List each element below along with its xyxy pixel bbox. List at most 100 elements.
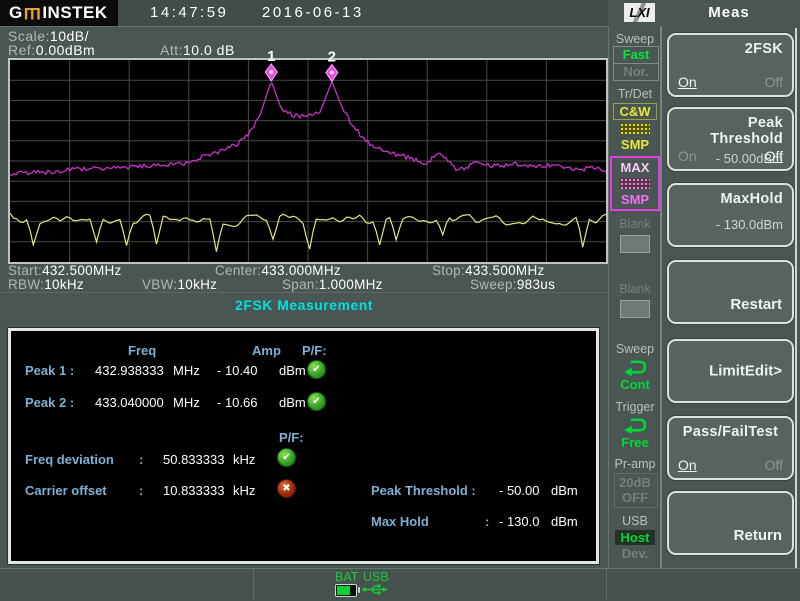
softkey-pass-fail-title: Pass/FailTest — [678, 424, 783, 440]
softkey-pass-fail-on[interactable]: On — [678, 457, 697, 473]
softkey-peak-threshold-title: Peak Threshold — [678, 115, 783, 147]
maxhold-label: Max Hold — [371, 514, 429, 529]
att-label: Att: — [160, 42, 183, 58]
softkey-maxhold-title: MaxHold — [678, 191, 783, 207]
att-readout: Att:10.0 dB — [160, 42, 235, 58]
center-freq: Center:433.000MHz — [215, 263, 341, 278]
menu-title: Meas — [662, 4, 796, 21]
trace1-preview-icon — [620, 123, 650, 134]
stop-freq: Stop:433.500MHz — [432, 263, 545, 278]
softkey-pass-fail-test[interactable]: Pass/FailTest On Off — [667, 416, 794, 480]
preamp-label: Pr-amp — [608, 457, 662, 471]
divider — [606, 569, 607, 600]
softkey-limit-edit-label: LimitEdit> — [709, 363, 782, 380]
usb-icon — [362, 583, 389, 596]
trace3-preview-icon — [620, 235, 650, 253]
ref-value: 0.00dBm — [36, 42, 96, 58]
lxi-logo: LXI — [624, 3, 655, 22]
carrier-offset-fail-icon: ✖ — [277, 479, 296, 498]
clock: 14:47:59 — [150, 4, 228, 21]
free-run-loop-icon — [621, 417, 649, 434]
usb-label: USB — [363, 570, 389, 584]
usb-device-state: Dev. — [608, 546, 662, 561]
softkey-return[interactable]: Return — [667, 491, 794, 555]
date: 2016-06-13 — [262, 4, 364, 21]
spectrum-traces: 12 — [10, 60, 606, 262]
softkey-pass-fail-off[interactable]: Off — [765, 457, 783, 473]
maxhold-value: - 130.0 — [499, 514, 539, 529]
col-header-pf: P/F: — [302, 343, 327, 358]
softkey-peak-threshold[interactable]: Peak Threshold - 50.00dBm On Off — [667, 107, 794, 171]
vbw: VBW:10kHz — [142, 277, 217, 292]
softkey-2fsk-on[interactable]: On — [678, 74, 697, 90]
divider — [0, 292, 608, 293]
usb-host-state: Host — [615, 530, 655, 545]
softkey-maxhold[interactable]: MaxHold - 130.0dBm — [667, 183, 794, 247]
trace4-blank-label: Blank — [608, 282, 662, 296]
preamp-state: OFF — [608, 490, 662, 505]
sidebar-edge — [795, 28, 797, 568]
freq-deviation-value: 50.833333 — [163, 452, 224, 467]
divider — [253, 569, 254, 600]
softkey-peak-threshold-on[interactable]: On — [678, 148, 697, 164]
logo-instek: INSTEK — [42, 3, 107, 23]
trace2-preview-icon — [620, 178, 650, 189]
freq-deviation-unit: kHz — [233, 452, 255, 467]
threshold-value: - 50.00 — [499, 483, 539, 498]
sweep-fast: Fast — [614, 47, 658, 64]
start-freq: Start:432.500MHz — [8, 263, 122, 278]
carrier-offset-value: 10.833333 — [163, 483, 224, 498]
col-header-freq: Freq — [128, 343, 156, 358]
trace2-detector: SMP — [612, 192, 658, 207]
softkey-maxhold-value: - 130.0dBm — [678, 217, 783, 232]
logo-g: G — [9, 3, 23, 23]
att-value: 10.0 dB — [183, 42, 235, 58]
sweep-time: Sweep:983us — [470, 277, 555, 292]
softkey-2fsk[interactable]: 2FSK On Off — [667, 33, 794, 97]
sweep-trig-label: Sweep — [608, 342, 662, 356]
sweep-mode-indicator: Fast Nor. — [613, 46, 659, 81]
carrier-offset-label: Carrier offset — [25, 483, 107, 498]
threshold-unit: dBm — [551, 483, 578, 498]
sweep-normal: Nor. — [614, 64, 658, 80]
peak2-freq: 433.040000 — [95, 395, 164, 410]
maxhold-unit: dBm — [551, 514, 578, 529]
gwinstek-logo: GШINSTEK — [0, 0, 118, 26]
softkey-2fsk-off[interactable]: Off — [765, 74, 783, 90]
sweep-mode-label: Sweep — [608, 32, 662, 46]
peak2-amp-unit: dBm — [279, 395, 306, 410]
usb-mode-label: USB — [608, 514, 662, 528]
bottom-status-bar — [0, 568, 800, 601]
spectrum-display: 12 — [8, 58, 608, 264]
softkey-peak-threshold-off[interactable]: Off — [765, 148, 783, 164]
battery-icon — [335, 584, 357, 597]
trace1-detector: SMP — [613, 137, 657, 152]
col-header-amp: Amp — [252, 343, 281, 358]
preamp-gain: 20dB — [608, 475, 662, 490]
trigger-label: Trigger — [608, 400, 662, 414]
measurement-panel: Freq Amp P/F: Peak 1 : 432.938333 MHz - … — [8, 328, 599, 564]
freq-deviation-label: Freq deviation — [25, 452, 114, 467]
peak2-label: Peak 2 : — [25, 395, 74, 410]
trace2-mode: MAX — [612, 160, 658, 175]
span: Span:1.000MHz — [282, 277, 383, 292]
logo-w: Ш — [24, 3, 42, 23]
softkey-restart[interactable]: Restart — [667, 260, 794, 324]
peak2-freq-unit: MHz — [173, 395, 200, 410]
pf2-header: P/F: — [279, 430, 304, 445]
softkey-limit-edit[interactable]: LimitEdit> — [667, 339, 794, 403]
peak1-pass-icon: ✔ — [307, 360, 326, 379]
peak1-freq-unit: MHz — [173, 363, 200, 378]
trace2-indicator-selected: MAX SMP — [610, 156, 660, 211]
peak2-pass-icon: ✔ — [307, 392, 326, 411]
peak1-freq: 432.938333 — [95, 363, 164, 378]
battery-label: BAT — [335, 570, 358, 584]
threshold-label: Peak Threshold : — [371, 483, 476, 498]
trace4-preview-icon — [620, 300, 650, 318]
rbw: RBW:10kHz — [8, 277, 84, 292]
trigger-free-value: Free — [608, 435, 662, 450]
softkey-2fsk-title: 2FSK — [678, 41, 783, 57]
trace1-mode: C&W — [613, 103, 657, 120]
peak1-amp: - 10.40 — [217, 363, 257, 378]
peak1-label: Peak 1 : — [25, 363, 74, 378]
